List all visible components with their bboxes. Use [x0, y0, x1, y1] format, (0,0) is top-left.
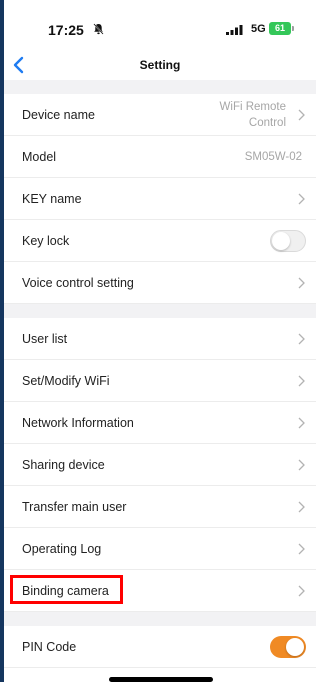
key-name-row[interactable]: KEY name: [4, 178, 316, 220]
device-name-row[interactable]: Device name WiFi Remote Control: [4, 94, 316, 136]
home-indicator: [109, 677, 213, 682]
section-gap: [4, 612, 316, 626]
sharing-device-row[interactable]: Sharing device: [4, 444, 316, 486]
device-name-value-line2: Control: [248, 117, 286, 129]
model-row: Model SM05W-02: [4, 136, 316, 178]
pin-code-toggle[interactable]: [270, 636, 306, 658]
row-label: Sharing device: [22, 458, 105, 472]
row-label: Transfer main user: [22, 500, 127, 514]
section-gap: [4, 80, 316, 94]
chevron-right-icon: [298, 277, 305, 289]
row-label: Model: [22, 150, 57, 164]
chevron-right-icon: [298, 109, 305, 121]
row-label: Device name: [22, 108, 95, 122]
chevron-right-icon: [298, 333, 305, 345]
device-name-value: WiFi Remote Control: [186, 99, 286, 131]
chevron-right-icon: [298, 459, 305, 471]
navigation-bar: Setting: [4, 50, 316, 80]
section-gap: [4, 304, 316, 318]
transfer-main-user-row[interactable]: Transfer main user: [4, 486, 316, 528]
device-name-value-line1: WiFi Remote: [219, 101, 286, 113]
key-lock-toggle[interactable]: [270, 230, 306, 252]
pin-code-row: PIN Code: [4, 626, 316, 668]
network-type-label: 5G: [251, 23, 266, 35]
chevron-right-icon: [298, 501, 305, 513]
page-title: Setting: [139, 58, 181, 72]
key-lock-row: Key lock: [4, 220, 316, 262]
signal-icon: [226, 25, 243, 35]
network-information-row[interactable]: Network Information: [4, 402, 316, 444]
chevron-right-icon: [298, 543, 305, 555]
set-modify-wifi-row[interactable]: Set/Modify WiFi: [4, 360, 316, 402]
status-bar: 17:25 5G 61: [0, 0, 316, 48]
highlight-annotation-box: [10, 575, 123, 604]
chevron-right-icon: [298, 417, 305, 429]
row-label: Network Information: [22, 416, 134, 430]
chevron-right-icon: [298, 375, 305, 387]
user-list-row[interactable]: User list: [4, 318, 316, 360]
row-label: Operating Log: [22, 542, 102, 556]
battery-icon: 61: [269, 22, 291, 35]
toggle-knob: [272, 232, 290, 250]
model-value: SM05W-02: [244, 151, 302, 163]
row-label: Key lock: [22, 234, 70, 248]
status-time: 17:25: [48, 22, 84, 38]
battery-cap: [292, 26, 294, 31]
row-label: PIN Code: [22, 640, 77, 654]
voice-control-setting-row[interactable]: Voice control setting: [4, 262, 316, 304]
toggle-knob: [286, 638, 304, 656]
bell-slash-icon: [93, 23, 104, 35]
chevron-right-icon: [298, 585, 305, 597]
row-label: Voice control setting: [22, 276, 134, 290]
row-label: User list: [22, 332, 68, 346]
chevron-right-icon: [298, 193, 305, 205]
row-label: Set/Modify WiFi: [22, 374, 110, 388]
operating-log-row[interactable]: Operating Log: [4, 528, 316, 570]
row-label: KEY name: [22, 192, 82, 206]
